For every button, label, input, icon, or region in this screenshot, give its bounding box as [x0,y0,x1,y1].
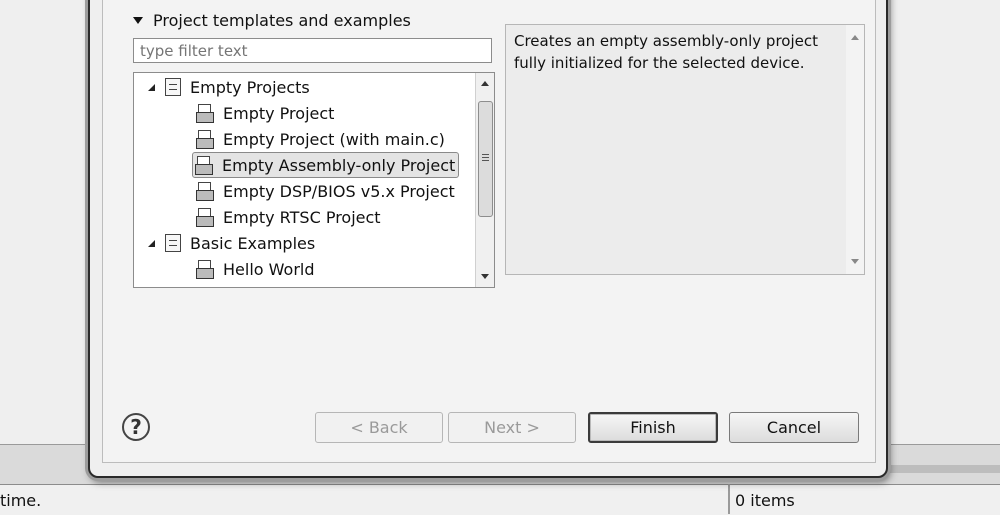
tree-item-label: Hello World [223,259,315,279]
tree-item-empty-project[interactable]: Empty Project [196,101,334,125]
project-template-icon [195,156,213,175]
expand-arrow-icon[interactable] [148,83,155,91]
scroll-up-arrow-icon[interactable] [481,81,489,86]
back-button[interactable]: < Back [315,412,443,443]
ide-right-pane [884,0,1000,444]
template-tree[interactable]: Empty Projects Empty Project Empty Proje… [133,72,495,288]
project-template-icon [196,208,214,227]
tree-scrollbar[interactable] [475,73,494,287]
tree-item-label: Empty DSP/BIOS v5.x Project [223,181,455,201]
status-text: time. [0,491,42,510]
project-template-icon [196,260,214,279]
scroll-thumb[interactable] [478,101,493,217]
expand-arrow-icon[interactable] [148,239,155,247]
finish-button[interactable]: Finish [588,412,718,443]
dialog-content: Project templates and examples Empty Pro… [102,0,876,463]
project-template-icon [196,130,214,149]
tree-item-empty-rtsc-project[interactable]: Empty RTSC Project [196,205,381,229]
ide-left-pane [0,0,90,444]
tree-item-label: Empty Project (with main.c) [223,129,445,149]
scroll-down-arrow-icon[interactable] [481,274,489,279]
status-separator [728,484,730,514]
tree-item-label: Empty Project [223,103,335,123]
tree-group-label: Basic Examples [190,233,316,253]
cancel-button[interactable]: Cancel [729,412,859,443]
project-template-icon [196,182,214,201]
project-template-icon [196,104,214,123]
tree-item-label: Empty RTSC Project [223,207,381,227]
tree-item-empty-assembly-project[interactable]: Empty Assembly-only Project [192,152,460,178]
section-title: Project templates and examples [153,11,411,30]
ide-tab-strip-right [890,465,1000,473]
scroll-up-arrow-icon[interactable] [851,35,859,40]
help-icon[interactable]: ? [122,413,150,441]
template-description: Creates an empty assembly-only project f… [514,32,818,72]
tree-group-basic-examples[interactable]: Basic Examples [148,231,315,255]
status-bar: time. 0 items [0,484,1000,515]
tree-item-label: Empty Assembly-only Project [222,155,456,175]
new-project-dialog: Project templates and examples Empty Pro… [88,0,888,478]
description-scrollbar[interactable] [846,25,864,274]
tree-item-empty-dspbios-project[interactable]: Empty DSP/BIOS v5.x Project [196,179,455,203]
filter-input[interactable] [133,38,492,63]
tree-item-hello-world[interactable]: Hello World [196,257,315,281]
scroll-down-arrow-icon[interactable] [851,259,859,264]
next-button[interactable]: Next > [448,412,576,443]
template-description-panel: Creates an empty assembly-only project f… [505,24,865,275]
collapse-triangle-icon[interactable] [133,17,143,24]
status-items-count: 0 items [735,491,795,510]
tree-item-empty-project-main[interactable]: Empty Project (with main.c) [196,127,445,151]
category-icon [165,78,181,96]
category-icon [165,234,181,252]
templates-section-header[interactable]: Project templates and examples [133,11,411,30]
tree-group-empty-projects[interactable]: Empty Projects [148,75,310,99]
tree-group-label: Empty Projects [190,77,310,97]
